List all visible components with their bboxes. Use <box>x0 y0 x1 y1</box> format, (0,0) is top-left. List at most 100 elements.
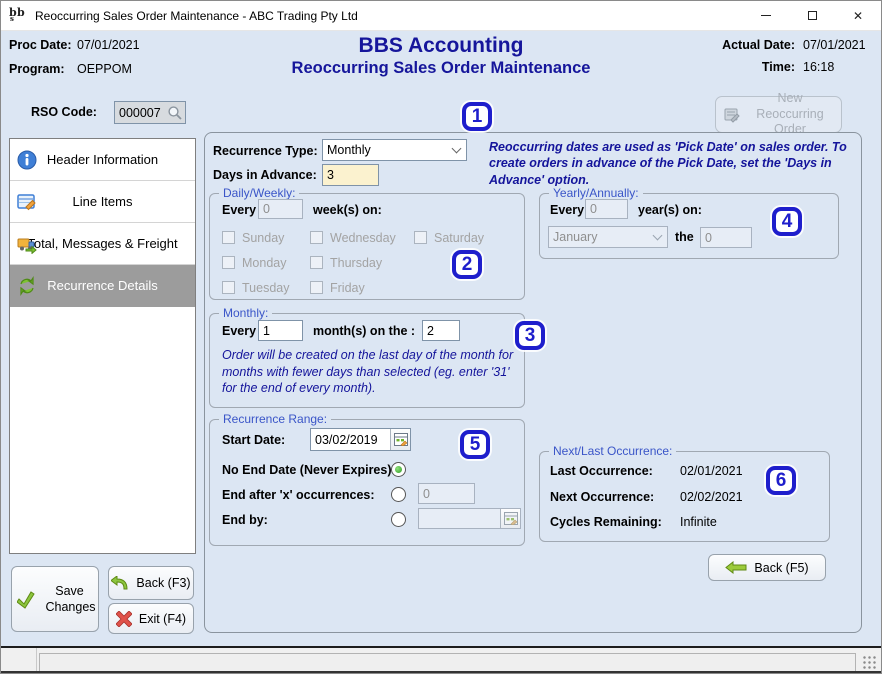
close-icon: ✕ <box>853 10 863 22</box>
new-order-label: New Reoccurring Order <box>746 91 834 138</box>
exit-f4-label: Exit (F4) <box>139 612 186 626</box>
occurrence-legend: Next/Last Occurrence: <box>549 444 676 458</box>
sidebar-item-label: Recurrence Details <box>47 278 158 293</box>
years-every-input <box>585 199 628 219</box>
month-select: January <box>548 226 668 248</box>
close-button[interactable]: ✕ <box>835 1 881 31</box>
rso-code-field[interactable]: 000007 <box>114 101 186 124</box>
recurrence-type-label: Recurrence Type: <box>213 144 318 158</box>
weekday-label: Saturday <box>434 231 484 245</box>
recurrence-type-select[interactable]: Monthly <box>322 139 467 161</box>
every-label: Every <box>550 203 584 217</box>
recurrence-type-value: Monthly <box>327 143 453 157</box>
end-after-radio[interactable] <box>391 487 406 502</box>
window-bottom-edge <box>1 671 881 673</box>
info-icon <box>17 150 37 170</box>
wednesday-checkbox <box>310 231 323 244</box>
days-in-advance-label: Days in Advance: <box>213 168 317 182</box>
weekday-label: Tuesday <box>242 281 289 295</box>
annotation-badge-6: 6 <box>766 466 796 495</box>
sidebar: Header Information Line Items Total, Mes… <box>9 138 196 554</box>
back-f5-button[interactable]: Back (F5) <box>708 554 826 581</box>
end-by-date-field <box>418 508 521 529</box>
back-f3-label: Back (F3) <box>136 576 190 590</box>
sidebar-item-line-items[interactable]: Line Items <box>10 181 195 223</box>
maximize-button[interactable] <box>789 1 835 31</box>
x-mark-icon <box>116 611 132 627</box>
table-pencil-icon <box>17 192 37 212</box>
end-by-radio[interactable] <box>391 512 406 527</box>
every-label: Every <box>222 203 256 217</box>
annotation-badge-2: 2 <box>452 250 482 279</box>
status-bar-left-cell <box>1 648 37 673</box>
sidebar-item-total-messages-freight[interactable]: Total, Messages & Freight <box>10 223 195 265</box>
month-day-input[interactable] <box>422 320 460 341</box>
monthly-legend: Monthly: <box>219 306 272 320</box>
saturday-checkbox <box>414 231 427 244</box>
cycles-remaining-value: Infinite <box>680 515 717 529</box>
sunday-checkbox <box>222 231 235 244</box>
check-icon <box>17 589 39 609</box>
save-changes-button[interactable]: Save Changes <box>11 566 99 632</box>
app-window: bsb Reoccurring Sales Order Maintenance … <box>0 0 882 674</box>
minimize-button[interactable] <box>743 1 789 31</box>
last-occurrence-label: Last Occurrence: <box>550 464 653 478</box>
maximize-icon <box>808 11 817 20</box>
next-occurrence-value: 02/02/2021 <box>680 490 743 504</box>
cycles-remaining-label: Cycles Remaining: <box>550 515 662 529</box>
rso-code-value: 000007 <box>119 106 167 120</box>
start-date-value: 03/02/2019 <box>311 433 390 447</box>
app-logo-icon: bsb <box>9 8 27 24</box>
window-title: Reoccurring Sales Order Maintenance - AB… <box>35 9 358 23</box>
sidebar-item-recurrence-details[interactable]: Recurrence Details <box>10 265 195 307</box>
curved-arrow-left-icon <box>111 576 129 591</box>
recurrence-details-panel: Recurrence Type: Monthly Days in Advance… <box>204 132 862 633</box>
annotation-badge-5: 5 <box>460 430 490 459</box>
daily-weekly-group: Daily/Weekly: Every week(s) on: Sunday M… <box>209 193 525 300</box>
save-changes-label: Save Changes <box>46 583 94 616</box>
arrow-left-icon <box>725 561 747 574</box>
chevron-down-icon <box>452 144 462 154</box>
months-every-input[interactable] <box>258 320 303 341</box>
back-f3-button[interactable]: Back (F3) <box>108 566 194 600</box>
exit-f4-button[interactable]: Exit (F4) <box>108 603 194 634</box>
start-date-label: Start Date: <box>222 433 285 447</box>
calendar-button[interactable] <box>390 429 410 450</box>
weekday-label: Wednesday <box>330 231 396 245</box>
date-time-info: Actual Date: 07/01/2021 Time: 16:18 <box>722 38 875 74</box>
calendar-button-disabled <box>500 509 520 528</box>
end-by-label: End by: <box>222 513 268 527</box>
search-icon[interactable] <box>167 105 183 121</box>
freight-icon <box>17 234 37 254</box>
the-label: the <box>675 230 694 244</box>
start-date-field[interactable]: 03/02/2019 <box>310 428 411 451</box>
sidebar-item-label: Line Items <box>73 194 133 209</box>
weekday-label: Thursday <box>330 256 382 270</box>
actual-date-label: Actual Date: <box>722 38 795 52</box>
resize-grip[interactable] <box>862 655 877 670</box>
title-bar: bsb Reoccurring Sales Order Maintenance … <box>1 1 881 31</box>
monday-checkbox <box>222 256 235 269</box>
rso-code-label: RSO Code: <box>31 105 97 119</box>
sidebar-item-header-information[interactable]: Header Information <box>10 139 195 181</box>
month-value: January <box>553 230 654 244</box>
annotation-badge-4: 4 <box>772 207 802 236</box>
year-day-input <box>700 227 752 248</box>
sidebar-item-label: Header Information <box>47 152 158 167</box>
annotation-badge-3: 3 <box>515 321 545 350</box>
years-unit-label: year(s) on: <box>638 203 702 217</box>
recycle-arrows-icon <box>17 276 37 296</box>
days-in-advance-input[interactable] <box>322 164 379 186</box>
weekday-label: Friday <box>330 281 365 295</box>
status-bar-message-area <box>39 653 856 672</box>
next-occurrence-label: Next Occurrence: <box>550 490 654 504</box>
actual-date-value: 07/01/2021 <box>803 38 875 52</box>
tuesday-checkbox <box>222 281 235 294</box>
doc-pencil-icon <box>723 106 741 124</box>
annotation-badge-1: 1 <box>462 102 492 131</box>
no-end-date-label: No End Date (Never Expires): <box>222 463 396 477</box>
no-end-date-radio[interactable] <box>391 462 406 477</box>
friday-checkbox <box>310 281 323 294</box>
chevron-down-icon <box>653 231 663 241</box>
sidebar-item-label: Total, Messages & Freight <box>27 236 177 251</box>
